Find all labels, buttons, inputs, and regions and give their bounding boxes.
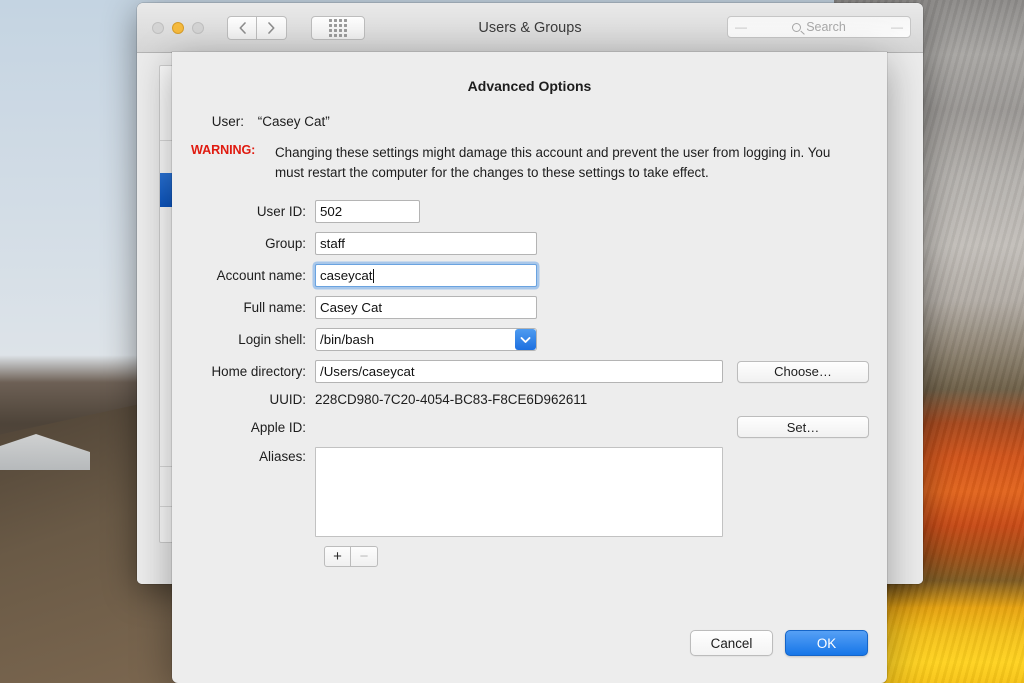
user-id-label: User ID:	[256, 204, 306, 219]
search-right-decor: —	[891, 20, 903, 34]
user-line: User: “Casey Cat”	[172, 114, 887, 129]
search-placeholder: Search	[806, 20, 846, 34]
add-alias-button[interactable]: +	[324, 546, 351, 567]
home-directory-input[interactable]: /Users/caseycat	[315, 360, 723, 383]
text-caret	[373, 268, 375, 283]
group-input[interactable]: staff	[315, 232, 537, 255]
aliases-label: Aliases:	[259, 449, 306, 464]
cancel-button[interactable]: Cancel	[690, 630, 773, 656]
row-aliases: Aliases:	[191, 447, 887, 537]
aliases-list[interactable]	[315, 447, 723, 537]
choose-button[interactable]: Choose…	[737, 360, 869, 383]
uuid-value: 228CD980-7C20-4054-BC83-F8CE6D962611	[315, 392, 588, 407]
chevron-right-icon	[268, 21, 275, 34]
ok-button[interactable]: OK	[785, 630, 868, 656]
login-shell-combobox[interactable]: /bin/bash	[315, 328, 537, 351]
chevron-down-icon[interactable]	[515, 329, 536, 350]
sheet-title: Advanced Options	[467, 78, 592, 94]
row-uuid: UUID: 228CD980-7C20-4054-BC83-F8CE6D9626…	[191, 392, 887, 407]
user-label: User:	[211, 114, 244, 129]
uuid-label: UUID:	[269, 392, 306, 407]
row-login-shell: Login shell: /bin/bash	[191, 328, 887, 351]
zoom-button[interactable]	[192, 21, 204, 34]
set-button[interactable]: Set…	[737, 416, 869, 438]
advanced-options-sheet: Advanced Options User: “Casey Cat” WARNI…	[172, 52, 887, 683]
window-titlebar: Users & Groups — Search —	[137, 3, 923, 53]
show-all-button[interactable]	[311, 15, 365, 40]
user-id-input[interactable]: 502	[315, 200, 420, 223]
row-group: Group: staff	[191, 232, 887, 255]
row-account-name: Account name: caseycat	[191, 264, 887, 287]
full-name-label: Full name:	[243, 300, 306, 315]
traffic-lights	[152, 21, 204, 34]
search-left-decor: —	[735, 20, 747, 34]
login-shell-value: /bin/bash	[320, 332, 374, 347]
minimize-button[interactable]	[172, 21, 184, 34]
chevron-left-icon	[239, 21, 246, 34]
group-label: Group:	[265, 236, 306, 251]
login-shell-label: Login shell:	[238, 332, 306, 347]
row-full-name: Full name: Casey Cat	[191, 296, 887, 319]
search-field[interactable]: — Search —	[727, 16, 911, 38]
sheet-action-buttons: Cancel OK	[690, 630, 868, 656]
user-value: “Casey Cat”	[257, 114, 330, 129]
grid-icon	[329, 18, 347, 37]
warning-row: WARNING: Changing these settings might d…	[172, 143, 887, 183]
back-button[interactable]	[227, 15, 257, 40]
account-name-value: caseycat	[320, 268, 373, 283]
forward-button[interactable]	[257, 15, 287, 40]
remove-alias-button: −	[351, 546, 378, 567]
warning-label: WARNING:	[191, 143, 256, 157]
warning-text: Changing these settings might damage thi…	[275, 145, 831, 180]
search-icon	[792, 22, 802, 32]
nav-buttons	[227, 15, 287, 40]
alias-edit-buttons: + −	[324, 546, 887, 567]
row-user-id: User ID: 502	[191, 200, 887, 223]
row-apple-id: Apple ID: Set…	[191, 416, 887, 438]
apple-id-label: Apple ID:	[250, 419, 306, 435]
full-name-input[interactable]: Casey Cat	[315, 296, 537, 319]
close-button[interactable]	[152, 21, 164, 34]
advanced-options-form: User ID: 502 Group: staff Account name: …	[172, 200, 887, 567]
account-name-input[interactable]: caseycat	[315, 264, 537, 287]
home-directory-label: Home directory:	[211, 364, 306, 379]
account-name-label: Account name:	[216, 268, 306, 283]
row-home-directory: Home directory: /Users/caseycat Choose…	[191, 360, 887, 383]
